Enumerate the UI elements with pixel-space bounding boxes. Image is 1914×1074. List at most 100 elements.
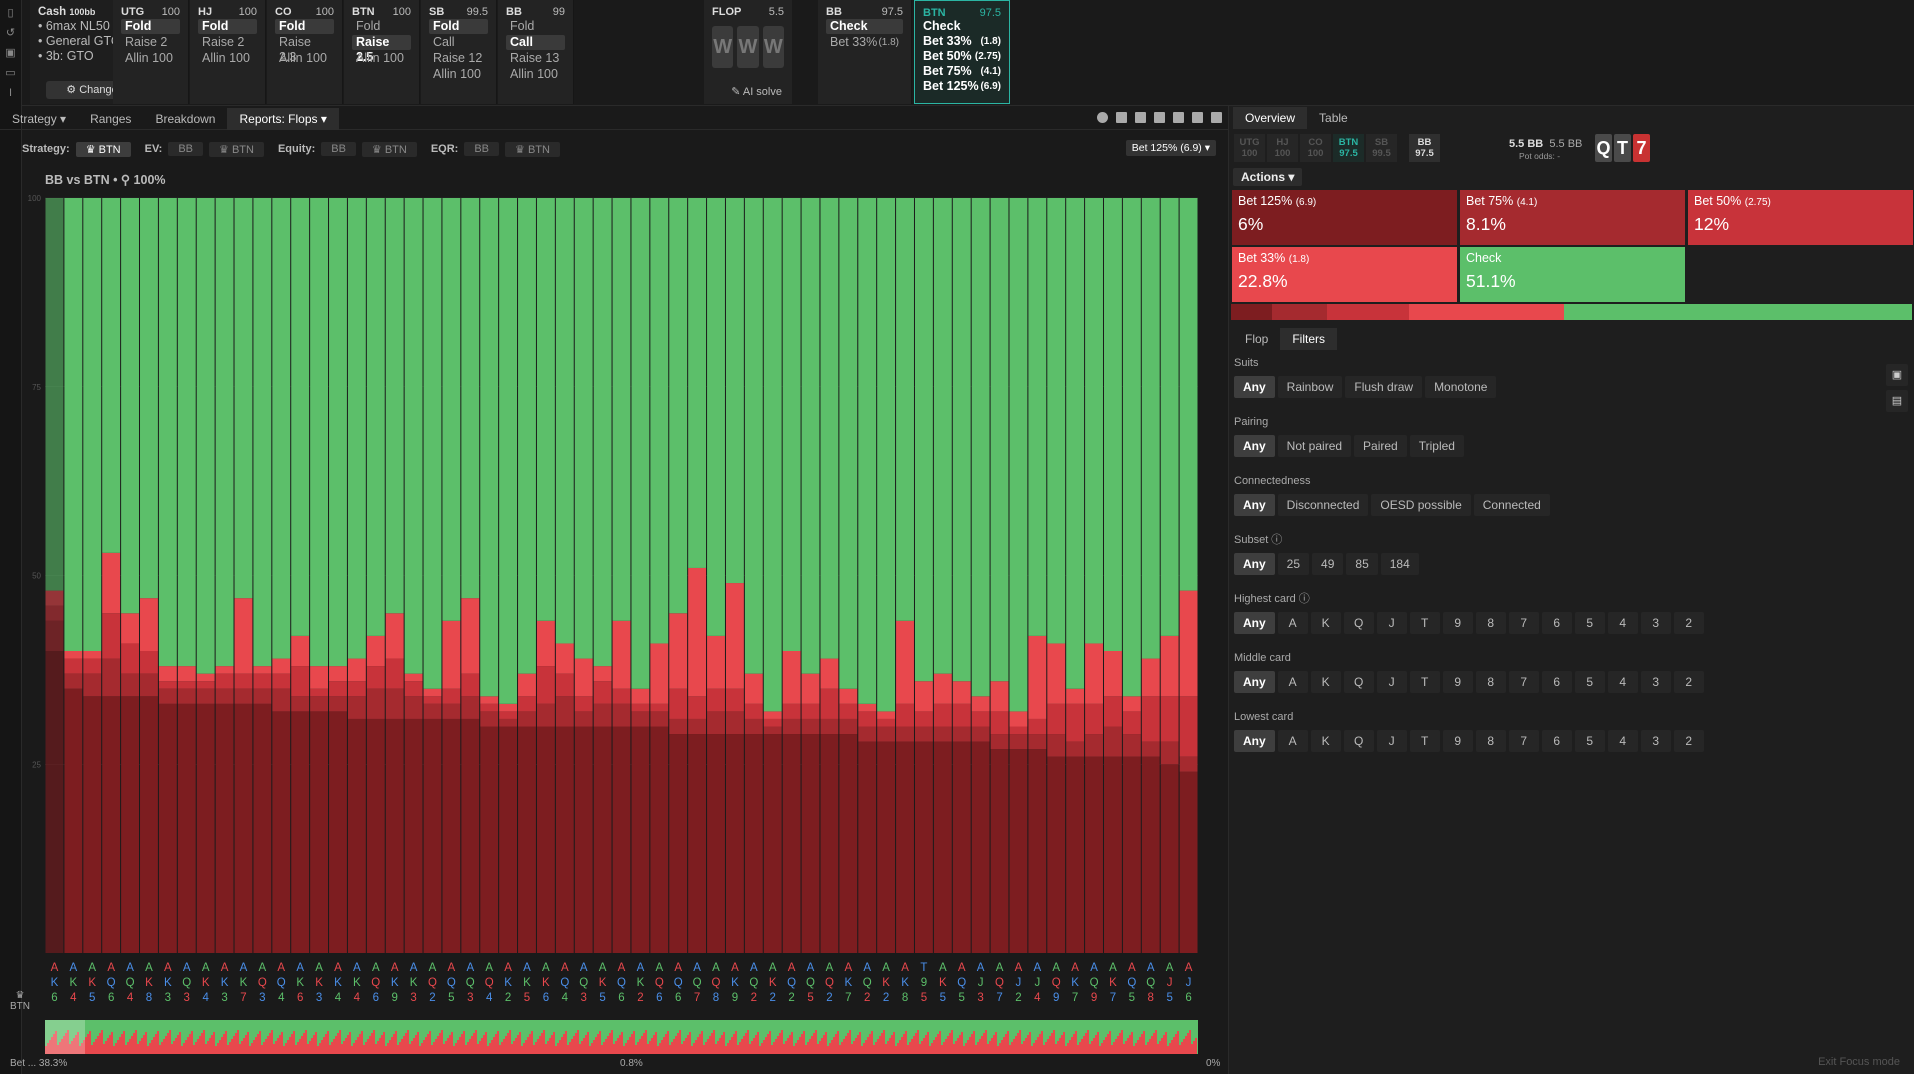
bar-segment-check[interactable] <box>442 198 461 621</box>
bar-segment-check[interactable] <box>347 198 366 659</box>
filter-option[interactable]: Flush draw <box>1345 376 1423 398</box>
filter-option[interactable]: Q <box>1343 730 1374 752</box>
expand-icon[interactable] <box>1173 112 1184 123</box>
bar-segment-check[interactable] <box>1028 198 1047 636</box>
filter-option[interactable]: 4 <box>1607 612 1638 634</box>
bar-segment-check[interactable] <box>688 198 707 568</box>
action-option[interactable]: Fold <box>121 19 180 34</box>
action-box[interactable]: Bet 50% (2.75) 12% <box>1688 190 1913 245</box>
filter-option[interactable]: 5 <box>1574 730 1605 752</box>
filter-option[interactable]: 6 <box>1541 612 1572 634</box>
filter-option[interactable]: 6 <box>1541 671 1572 693</box>
action-option[interactable]: Allin 100 <box>275 51 334 66</box>
bar-segment-check[interactable] <box>1066 198 1085 689</box>
bar-segment-check[interactable] <box>1160 198 1179 636</box>
filter-option[interactable]: A <box>1277 730 1308 752</box>
bar-segment-check[interactable] <box>858 198 877 704</box>
filter-option[interactable]: A <box>1277 612 1308 634</box>
filter-option[interactable]: Paired <box>1354 435 1407 457</box>
bar-segment-check[interactable] <box>423 198 442 689</box>
bar-segment-check[interactable] <box>253 198 272 667</box>
filter-option[interactable]: K <box>1310 730 1341 752</box>
action-box[interactable]: Bet 75% (4.1) 8.1% <box>1460 190 1685 245</box>
equity-bb-pill[interactable]: BB <box>321 142 356 156</box>
filter-option[interactable]: OESD possible <box>1371 494 1471 516</box>
bar-segment-check[interactable] <box>1141 198 1160 659</box>
filter-option[interactable]: J <box>1376 612 1407 634</box>
bar-segment-check[interactable] <box>707 198 725 636</box>
bar-segment-check[interactable] <box>896 198 914 621</box>
btn-flop-card[interactable]: BTN 97.5 Check Bet 33% (1.8) Bet 50% (2.75) Be… <box>914 0 1010 104</box>
position-card-hj[interactable]: HJ 100 Fold Raise 2 Allin 100 <box>190 0 266 104</box>
bar-segment-check[interactable] <box>196 198 215 674</box>
bar-segment-check[interactable] <box>140 198 158 599</box>
bar-segment-check[interactable] <box>574 198 593 659</box>
filter-option[interactable]: 8 <box>1475 671 1506 693</box>
filter-option[interactable]: 8 <box>1475 612 1506 634</box>
bar-segment-check[interactable] <box>272 198 291 659</box>
bar-segment-check[interactable] <box>1122 198 1141 697</box>
filter-option[interactable]: Any <box>1234 730 1275 752</box>
square-icon[interactable] <box>1211 112 1222 123</box>
stack-box-bb[interactable]: BB 97.5 <box>1409 134 1440 162</box>
action-option[interactable]: Call <box>506 35 565 50</box>
filter-option[interactable]: Any <box>1234 435 1275 457</box>
bar-segment-check[interactable] <box>593 198 612 667</box>
equity-btn-pill[interactable]: ♛ BTN <box>361 141 417 157</box>
eqr-btn-pill[interactable]: ♛ BTN <box>505 141 560 157</box>
action-option[interactable]: Bet 33% (1.8) <box>826 35 903 50</box>
text-cursor-icon[interactable]: I <box>4 86 18 100</box>
filter-option[interactable]: 2 <box>1673 671 1704 693</box>
bar-segment-check[interactable] <box>650 198 669 644</box>
history-icon[interactable]: ↺ <box>4 26 18 40</box>
tab-filters[interactable]: Filters <box>1280 328 1338 350</box>
filter-option[interactable]: 7 <box>1508 730 1539 752</box>
bar-segment-check[interactable] <box>631 198 650 689</box>
filter-option[interactable]: Any <box>1234 494 1275 516</box>
filter-option[interactable]: 85 <box>1346 553 1378 575</box>
filter-option[interactable]: K <box>1310 612 1341 634</box>
position-card-bb[interactable]: BB 99 Fold Call Raise 13 Allin 100 <box>498 0 574 104</box>
bar-segment-check[interactable] <box>518 198 536 674</box>
bar-segment-check[interactable] <box>461 198 480 599</box>
bar-segment-check[interactable] <box>45 198 64 591</box>
filter-option[interactable]: T <box>1409 730 1440 752</box>
bar-segment-check[interactable] <box>820 198 839 659</box>
sort-by-select[interactable]: Bet 125% (6.9) ▾ <box>1125 140 1216 156</box>
filter-option[interactable]: J <box>1376 671 1407 693</box>
wildcard[interactable]: W <box>737 26 759 68</box>
filter-option[interactable]: T <box>1409 612 1440 634</box>
filter-option[interactable]: Monotone <box>1425 376 1497 398</box>
bar-segment-check[interactable] <box>839 198 858 689</box>
bar-chart-icon[interactable] <box>1116 112 1127 123</box>
overview-viewport[interactable] <box>45 1020 85 1054</box>
filter-option[interactable]: 25 <box>1277 553 1310 575</box>
bar-segment-check[interactable] <box>1009 198 1028 712</box>
stack-box-sb[interactable]: SB 99.5 <box>1366 134 1397 162</box>
action-option[interactable]: Allin 100 <box>506 67 565 82</box>
action-option[interactable]: Bet 33% (1.8) <box>923 34 1001 49</box>
bar-segment-check[interactable] <box>1179 198 1198 591</box>
strategy-player-pill[interactable]: ♛ BTN <box>75 141 131 157</box>
bar-segment-check[interactable] <box>83 198 102 651</box>
ev-bb-pill[interactable]: BB <box>168 142 204 156</box>
action-option[interactable]: Allin 100 <box>121 51 180 66</box>
filter-option[interactable]: Any <box>1234 612 1275 634</box>
tab-strategy[interactable]: Strategy ▾ <box>0 108 78 130</box>
bar-segment-check[interactable] <box>971 198 990 697</box>
action-option[interactable]: Fold <box>198 19 257 34</box>
actions-dropdown[interactable]: Actions ▾ <box>1233 168 1303 186</box>
bar-segment-check[interactable] <box>291 198 310 636</box>
bar-segment-check[interactable] <box>763 198 782 712</box>
tab-breakdown[interactable]: Breakdown <box>143 108 227 130</box>
filter-option[interactable]: Any <box>1234 376 1275 398</box>
bar-segment-check[interactable] <box>933 198 952 674</box>
filter-option[interactable]: 4 <box>1607 730 1638 752</box>
filter-option[interactable]: Rainbow <box>1277 376 1343 398</box>
bar-segment-check[interactable] <box>1085 198 1103 644</box>
bar-segment-check[interactable] <box>499 198 518 704</box>
bar-segment-check[interactable] <box>215 198 234 667</box>
exit-focus-link[interactable]: Exit Focus mode <box>1818 1056 1900 1068</box>
bar-segment-check[interactable] <box>102 198 121 553</box>
bar-segment-check[interactable] <box>64 198 83 651</box>
